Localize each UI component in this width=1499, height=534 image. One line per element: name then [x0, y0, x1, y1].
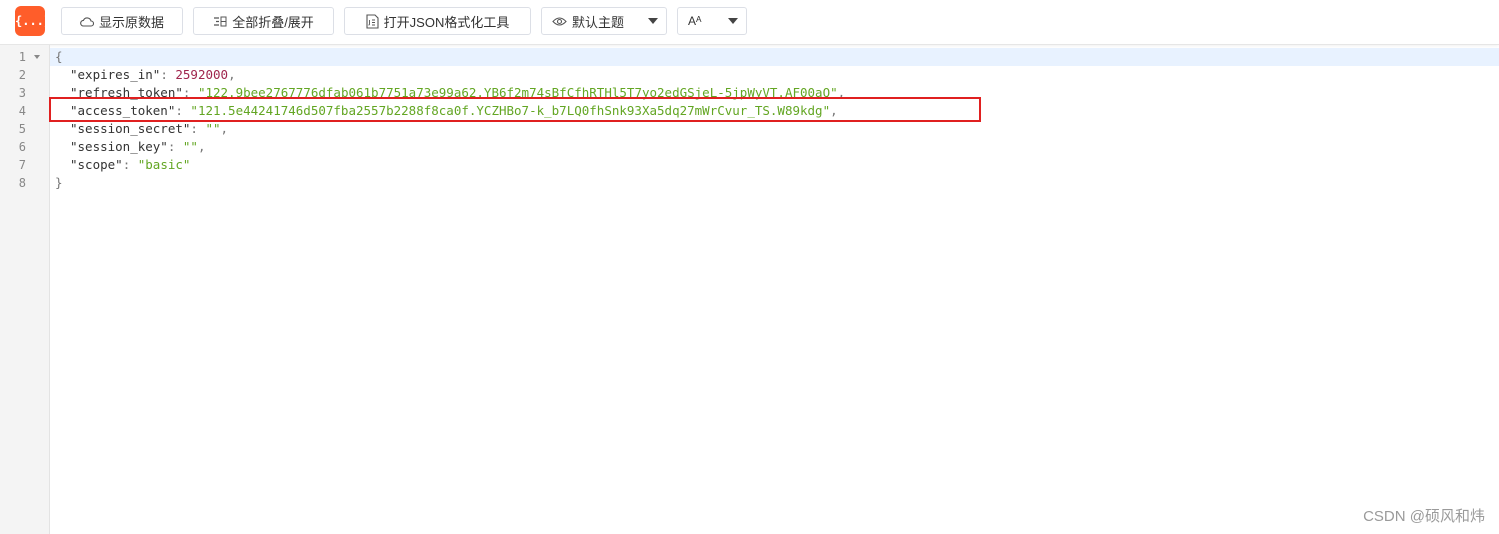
collapse-icon	[213, 16, 227, 27]
fold-arrow-icon[interactable]	[34, 55, 40, 59]
json-string-value: "basic"	[137, 157, 191, 172]
code-line-scope: "scope": "basic"	[70, 157, 191, 172]
line-number: 7	[18, 158, 26, 172]
theme-select-label: 默认主题	[572, 14, 625, 30]
collapse-expand-button[interactable]: 全部折叠/展开	[193, 7, 334, 35]
theme-select[interactable]: 默认主题	[541, 7, 667, 35]
line-number: 6	[18, 140, 26, 154]
json-key: "scope"	[70, 157, 123, 172]
collapse-expand-label: 全部折叠/展开	[232, 14, 314, 30]
open-formatter-button[interactable]: 打开JSON格式化工具	[344, 7, 531, 35]
access-token-highlight-box	[49, 97, 981, 122]
json-key: "session_key"	[70, 139, 168, 154]
json-number-value: 2592000	[175, 67, 229, 82]
eye-icon	[552, 16, 567, 27]
code-line-close-brace: }	[55, 175, 63, 190]
line-number: 3	[18, 86, 26, 100]
line-number: 4	[18, 104, 26, 118]
line-number-gutter: 1 2 3 4 5 6 7 8	[0, 45, 50, 534]
line-number: 1	[18, 50, 26, 64]
line-number: 2	[18, 68, 26, 82]
show-raw-label: 显示原数据	[98, 14, 164, 30]
watermark: CSDN @硕风和炜	[1363, 508, 1485, 525]
active-line-highlight	[50, 48, 1499, 66]
toolbar: {...} 显示原数据 全部折叠/展开 打开JSON格式化工具 默认主题 Aᴬ	[0, 0, 1499, 45]
cloud-icon	[80, 16, 94, 27]
code-line-expires-in: "expires_in": 2592000,	[70, 67, 236, 82]
json-string-value: ""	[205, 121, 221, 136]
json-string-value: ""	[182, 139, 198, 154]
open-formatter-label: 打开JSON格式化工具	[383, 14, 510, 30]
json-file-icon	[366, 13, 379, 29]
app-logo: {...}	[15, 6, 51, 36]
code-line-open-brace: {	[55, 49, 63, 64]
chevron-down-icon	[728, 18, 738, 24]
code-line-session-key: "session_key": "",	[70, 139, 206, 154]
line-number: 8	[18, 176, 26, 190]
chevron-down-icon	[648, 18, 658, 24]
json-key: "expires_in"	[70, 67, 161, 82]
line-number: 5	[18, 122, 26, 136]
font-size-select[interactable]: Aᴬ	[677, 7, 747, 35]
code-line-session-secret: "session_secret": "",	[70, 121, 229, 136]
json-editor[interactable]: 1 2 3 4 5 6 7 8 { "expires_in": 2592000,…	[0, 45, 1499, 534]
font-size-label: Aᴬ	[688, 14, 702, 28]
json-key: "session_secret"	[70, 121, 191, 136]
show-raw-button[interactable]: 显示原数据	[61, 7, 183, 35]
